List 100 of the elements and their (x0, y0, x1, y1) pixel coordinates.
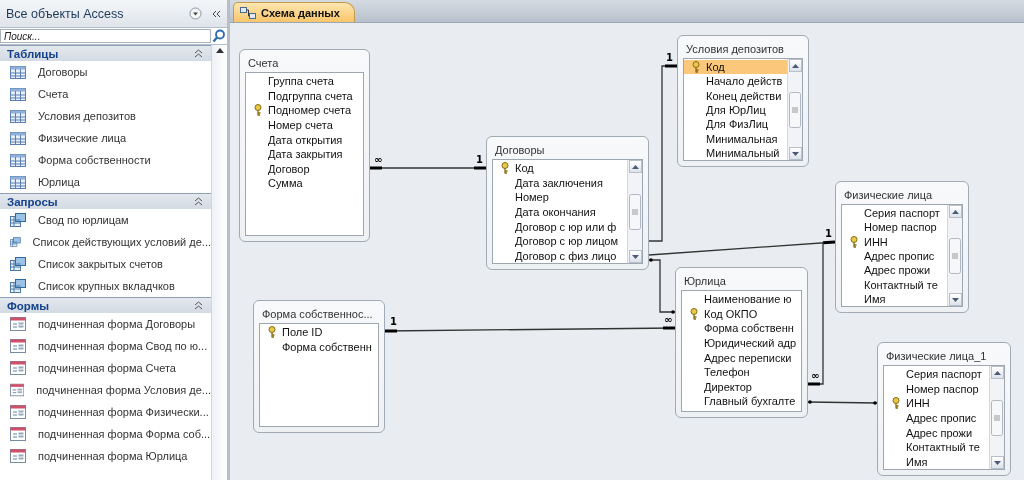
scrollbar[interactable] (947, 205, 962, 306)
field-row[interactable]: Дата открытия (246, 132, 363, 147)
field-row[interactable]: ИНН (842, 234, 947, 249)
field-row[interactable]: Адрес переписки (682, 350, 801, 365)
search-field[interactable]: Поиск... (0, 29, 211, 43)
field-row[interactable]: Контактный те (842, 277, 947, 292)
nav-item[interactable]: Счета (0, 83, 211, 105)
relationship-line[interactable] (807, 241, 824, 386)
table-window[interactable]: Физические лица Серия паспорт Номер паспор ИНН Адрес пропис Адрес прожи Контактный те Имя (835, 181, 969, 313)
group-header[interactable]: Формы (0, 297, 211, 313)
field-row[interactable]: Дата заключения (493, 175, 627, 191)
field-row[interactable]: Номер паспор (842, 220, 947, 235)
scroll-up-icon[interactable] (631, 164, 639, 169)
nav-item[interactable]: подчиненная форма Счета (0, 357, 211, 379)
scroll-up-icon[interactable] (215, 48, 224, 53)
field-row[interactable]: Начало действ (684, 74, 787, 89)
field-row[interactable]: Серия паспорт (842, 206, 947, 221)
collapse-icon[interactable] (194, 197, 203, 206)
nav-item[interactable]: Список крупных вкладчков (0, 275, 211, 297)
field-row[interactable]: Адрес прожи (884, 425, 989, 440)
relationship-line[interactable] (807, 400, 878, 405)
field-row[interactable]: Минимальный (684, 145, 787, 160)
field-row[interactable]: Договор с физ лицо (493, 248, 627, 264)
field-row[interactable]: Группа счета (246, 74, 363, 89)
nav-item[interactable]: Условия депозитов (0, 105, 211, 127)
field-row[interactable]: Поле ID (260, 325, 378, 340)
field-row[interactable]: Главный бухгалте (682, 394, 801, 409)
field-row[interactable]: Подгруппа счета (246, 88, 363, 104)
scroll-up-icon[interactable] (993, 370, 1001, 375)
nav-item[interactable]: подчиненная форма Договоры (0, 313, 211, 335)
field-row[interactable]: Код (684, 60, 787, 75)
field-row[interactable]: Адрес пропис (884, 410, 989, 426)
nav-item[interactable]: подчиненная форма Форма соб... (0, 423, 211, 445)
table-window[interactable]: Юрлица Наименование ю Код ОКПО Форма собственн Юридический адр Адрес переписки Телефон Директор Главный бухгалте (675, 267, 808, 418)
scroll-up-icon[interactable] (791, 63, 799, 68)
scroll-up-icon[interactable] (951, 209, 959, 214)
nav-item[interactable]: подчиненная форма Юрлица (0, 445, 211, 467)
relationship-line[interactable] (648, 240, 836, 256)
field-row[interactable]: Для ФизЛиц (684, 117, 787, 132)
scroll-thumb-icon[interactable] (629, 193, 641, 230)
field-row[interactable]: Телефон (682, 364, 801, 380)
field-row[interactable]: Номер (493, 190, 627, 205)
field-row[interactable]: ИНН (884, 396, 989, 411)
nav-item[interactable]: Список действующих условий де... (0, 231, 211, 253)
table-window[interactable]: Условия депозитов Код Начало действ Конец действи Для ЮрЛиц Для ФизЛиц Минимальная Минимальный (677, 35, 809, 167)
field-row[interactable]: Минимальная (684, 131, 787, 146)
table-window[interactable]: Договоры Код Дата заключения Номер Дата окончания Договор с юр или ф Договор с юр лицом Договор с физ лицо (486, 136, 649, 270)
nav-item[interactable]: подчиненная форма Физически... (0, 401, 211, 423)
nav-item[interactable]: Договоры (0, 61, 211, 83)
field-row[interactable]: Договор с юр лицом (493, 233, 627, 249)
nav-item[interactable]: Список закрытых счетов (0, 253, 211, 275)
field-row[interactable]: Форма собственн (260, 339, 378, 355)
field-row[interactable]: Код (493, 161, 627, 176)
scroll-down-icon[interactable] (951, 297, 959, 302)
field-row[interactable]: Номер паспор (884, 381, 989, 397)
group-header[interactable]: Запросы (0, 193, 211, 209)
field-row[interactable]: Код ОКПО (682, 306, 801, 322)
field-row[interactable]: Имя (884, 454, 989, 470)
nav-item[interactable]: подчиненная форма Свод по ю... (0, 335, 211, 357)
scroll-down-icon[interactable] (993, 460, 1001, 465)
field-row[interactable]: Форма собственн (682, 321, 801, 336)
field-row[interactable]: Подномер счета (246, 103, 363, 118)
field-row[interactable]: Дата закрытия (246, 146, 363, 162)
scroll-down-icon[interactable] (631, 254, 639, 259)
field-row[interactable]: Имя (842, 291, 947, 306)
nav-item[interactable]: Свод по юрлицам (0, 209, 211, 231)
field-row[interactable]: Конец действи (684, 88, 787, 103)
scroll-thumb-icon[interactable] (949, 237, 961, 274)
field-row[interactable]: Дата окончания (493, 204, 627, 220)
scrollbar[interactable] (211, 45, 227, 480)
field-row[interactable]: Директор (682, 379, 801, 395)
field-row[interactable]: Номер счета (246, 117, 363, 133)
collapse-pane-icon[interactable] (212, 9, 221, 18)
collapse-icon[interactable] (194, 301, 203, 310)
relationship-line[interactable] (384, 326, 676, 333)
table-window[interactable]: Форма собственнос... Поле ID Форма собственн (253, 300, 385, 433)
field-row[interactable]: Контактный те (884, 439, 989, 455)
nav-item[interactable]: подчиненная форма Условия де... (0, 379, 211, 401)
scroll-thumb-icon[interactable] (789, 91, 801, 128)
scroll-thumb-icon[interactable] (991, 399, 1003, 436)
nav-item[interactable]: Юрлица (0, 171, 211, 193)
field-row[interactable]: Для ЮрЛиц (684, 102, 787, 118)
collapse-icon[interactable] (194, 49, 203, 58)
field-row[interactable]: Сумма (246, 176, 363, 191)
field-row[interactable]: Адрес пропис (842, 248, 947, 264)
dropdown-icon[interactable] (189, 7, 202, 20)
scrollbar[interactable] (787, 59, 802, 160)
field-row[interactable]: Юридический адр (682, 335, 801, 351)
document-tab[interactable]: Схема данных (233, 2, 355, 22)
field-row[interactable]: Серия паспорт (884, 367, 989, 382)
field-row[interactable]: Договор (246, 161, 363, 177)
scrollbar[interactable] (627, 160, 642, 263)
search-icon[interactable] (212, 29, 226, 43)
field-row[interactable]: Наименование ю (682, 292, 801, 307)
scrollbar[interactable] (989, 366, 1004, 469)
nav-item[interactable]: Форма собственности (0, 149, 211, 171)
group-header[interactable]: Таблицы (0, 45, 211, 61)
nav-item[interactable]: Физические лица (0, 127, 211, 149)
field-row[interactable]: Адрес прожи (842, 263, 947, 278)
field-row[interactable]: Договор с юр или ф (493, 219, 627, 234)
